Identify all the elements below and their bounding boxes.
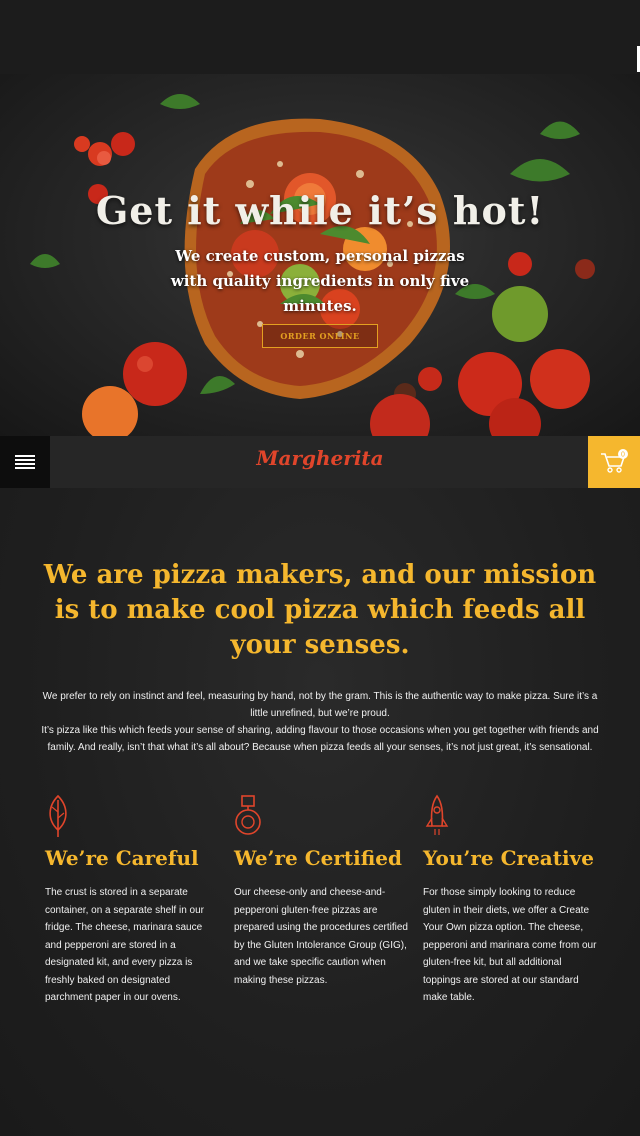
feature-careful: We’re Careful The crust is stored in a s…: [45, 794, 220, 1007]
top-bar: [0, 0, 640, 74]
leaf-icon: [49, 794, 67, 837]
hero-subtitle: We create custom, personal pizzas with q…: [170, 247, 470, 315]
feature-text: Our cheese-only and cheese-and-pepperoni…: [234, 887, 408, 986]
feature-text: The crust is stored in a separate contai…: [45, 887, 204, 1003]
feature-title: We’re Certified: [234, 846, 403, 870]
site-logo[interactable]: Margherita: [240, 446, 400, 470]
about-section: We are pizza makers, and our mission is …: [0, 488, 640, 1136]
feature-text: For those simply looking to reduce glute…: [423, 887, 597, 1003]
order-online-button[interactable]: ORDER ONLINE: [262, 324, 378, 348]
feature-certified: We’re Certified Our cheese-only and chee…: [234, 794, 409, 989]
feature-creative: You’re Creative For those simply looking…: [423, 794, 598, 1007]
hero-banner: Get it while it’s hot! We create custom,…: [0, 74, 640, 436]
navigation-bar: Margherita 0: [0, 436, 640, 488]
intro-paragraph-2: It’s pizza like this which feeds your se…: [41, 725, 599, 753]
hero-title: Get it while it’s hot!: [95, 188, 545, 233]
feature-title: We’re Careful: [45, 846, 199, 870]
rocket-icon: [425, 794, 449, 835]
cart-icon: 0: [601, 449, 628, 473]
feature-title: You’re Creative: [423, 846, 594, 870]
intro-paragraph-1: We prefer to rely on instinct and feel, …: [42, 691, 598, 719]
cart-count: 0: [621, 452, 625, 459]
intro-text: We prefer to rely on instinct and feel, …: [40, 688, 600, 756]
mission-heading: We are pizza makers, and our mission is …: [43, 560, 597, 660]
medal-icon: [235, 795, 261, 835]
menu-button[interactable]: [0, 436, 50, 488]
cart-button[interactable]: 0: [588, 436, 640, 488]
hamburger-icon: [15, 455, 35, 469]
